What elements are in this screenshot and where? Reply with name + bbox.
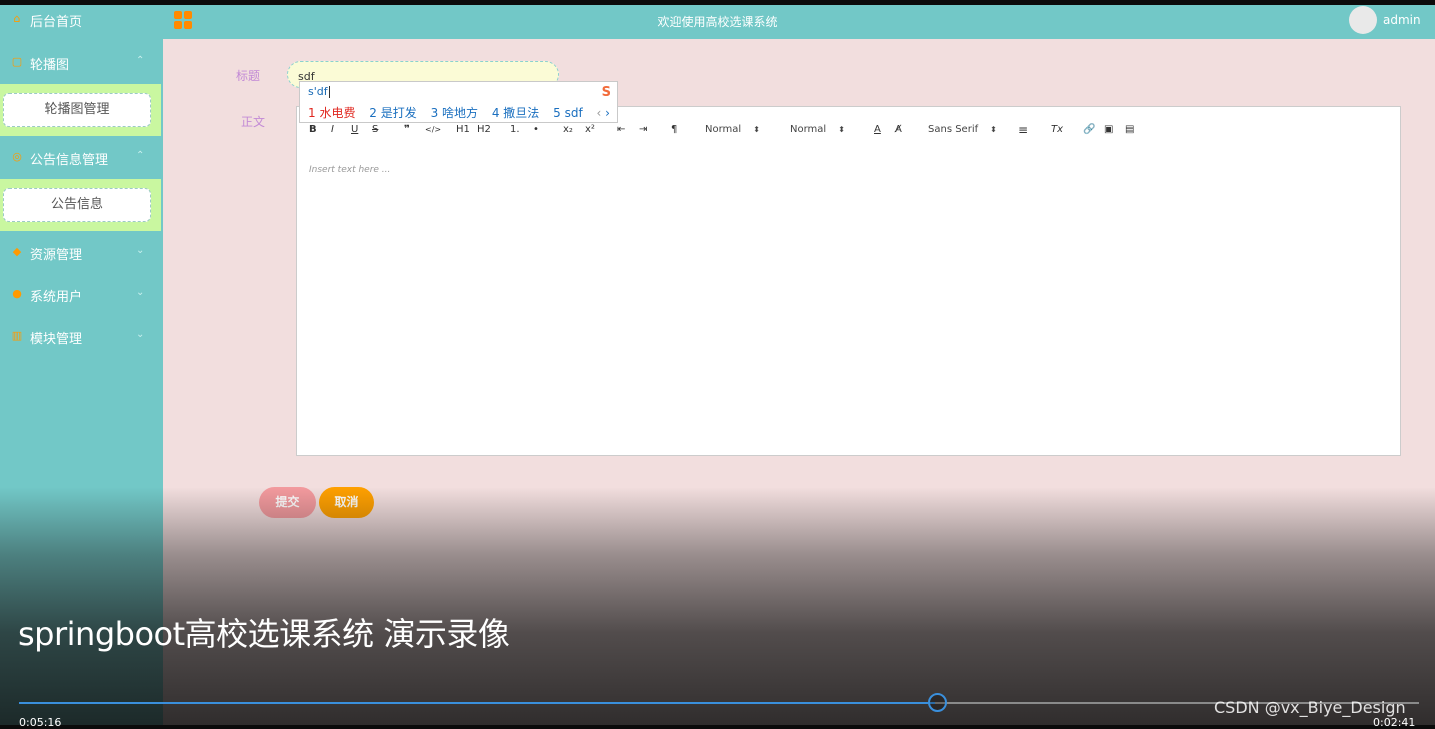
chevron-up-icon: ⌃ xyxy=(136,55,145,66)
sidebar-item-system-user[interactable]: ● 系统用户 ⌄ xyxy=(0,278,163,314)
notice-icon: ◎ xyxy=(12,150,22,163)
image-button[interactable]: ▣ xyxy=(1104,123,1113,137)
sidebar-item-label: 后台首页 xyxy=(30,15,83,30)
chevron-down-icon: ⌄ xyxy=(136,329,145,340)
sidebar-subitem-carousel-manage[interactable]: 轮播图管理 xyxy=(3,93,151,127)
ime-prev-icon[interactable]: ‹ xyxy=(597,106,602,120)
top-bar: 欢迎使用高校选课系统 admin xyxy=(0,5,1435,39)
sidebar-item-label: 模块管理 xyxy=(30,332,83,347)
outdent-button[interactable]: ⇤ xyxy=(617,123,625,137)
watermark: CSDN @vx_Biye_Design xyxy=(1214,698,1406,717)
current-time: 0:05:16 xyxy=(19,716,62,729)
link-button[interactable]: 🔗 xyxy=(1083,123,1095,137)
ime-candidate[interactable]: 4 撒旦法 xyxy=(492,106,539,120)
ime-logo-icon: S xyxy=(601,85,611,100)
video-title: springboot高校选课系统 演示录像 xyxy=(18,615,510,653)
rich-text-editor[interactable]: B I U S ❞ </> H1 H2 1. • x₂ x² ⇤ ⇥ ¶ Nor… xyxy=(296,106,1401,456)
sidebar-subitem-notice[interactable]: 公告信息 xyxy=(3,188,151,222)
cancel-button[interactable]: 取消 xyxy=(319,487,374,518)
ordered-list-button[interactable]: 1. xyxy=(510,123,520,137)
editor-placeholder: Insert text here ... xyxy=(309,165,391,175)
progress-knob[interactable] xyxy=(928,693,947,712)
strike-button[interactable]: S xyxy=(372,123,378,137)
progress-track[interactable] xyxy=(19,702,1419,704)
sidebar-item-resource[interactable]: ◆ 资源管理 ⌄ xyxy=(0,236,163,272)
font-color-button[interactable]: A xyxy=(874,123,881,137)
sidebar-item-label: 资源管理 xyxy=(30,248,83,263)
ime-pinyin-text: s'df xyxy=(308,85,328,98)
blockquote-button[interactable]: ❞ xyxy=(404,123,410,137)
title-label: 标题 xyxy=(236,69,261,83)
font-select-value: Sans Serif xyxy=(928,124,979,135)
username[interactable]: admin xyxy=(1383,13,1421,27)
subscript-button[interactable]: x₂ xyxy=(563,123,573,137)
resource-icon: ◆ xyxy=(12,245,22,258)
sidebar-item-label: 系统用户 xyxy=(30,290,83,305)
avatar[interactable] xyxy=(1349,6,1377,34)
welcome-title: 欢迎使用高校选课系统 xyxy=(657,15,778,29)
code-block-button[interactable]: </> xyxy=(425,123,441,137)
clean-format-button[interactable]: Tx xyxy=(1051,123,1063,137)
text-direction-button[interactable]: ¶ xyxy=(671,123,677,137)
align-icon[interactable]: ≡ xyxy=(1018,123,1028,137)
home-icon: ⌂ xyxy=(13,12,21,25)
ime-candidate[interactable]: 2 是打发 xyxy=(369,106,416,120)
submenu-notice: 公告信息 xyxy=(0,179,161,231)
video-overlay xyxy=(0,487,1435,725)
size-select[interactable]: Normal ⬍ xyxy=(705,124,760,135)
size-select-value: Normal xyxy=(705,124,742,135)
chevron-down-icon: ⌄ xyxy=(136,287,145,298)
ime-candidates: 1 水电费 2 是打发 3 啥地方 4 撒旦法 5 sdf ‹ › xyxy=(308,104,610,121)
sidebar-item-label: 公告信息管理 xyxy=(30,153,109,168)
header1-button[interactable]: H1 xyxy=(456,123,470,137)
superscript-button[interactable]: x² xyxy=(585,123,595,137)
progress-fill xyxy=(19,702,935,704)
video-button[interactable]: ▤ xyxy=(1125,123,1134,137)
sidebar-item-label: 轮播图 xyxy=(30,58,70,73)
indent-button[interactable]: ⇥ xyxy=(639,123,647,137)
chevron-up-icon: ⌃ xyxy=(136,150,145,161)
sidebar-item-module[interactable]: ▥ 模块管理 ⌄ xyxy=(0,320,163,356)
ime-candidate[interactable]: 1 水电费 xyxy=(308,106,355,120)
sidebar-item-home[interactable]: ⌂ 后台首页 xyxy=(0,5,163,39)
submenu-carousel: 轮播图管理 xyxy=(0,84,161,136)
ime-candidate[interactable]: 3 啥地方 xyxy=(431,106,478,120)
underline-button[interactable]: U xyxy=(351,123,358,137)
ime-next-icon[interactable]: › xyxy=(605,106,610,120)
sidebar-item-carousel[interactable]: ▢ 轮播图 ⌃ xyxy=(0,46,163,82)
header-select-value: Normal xyxy=(790,124,827,135)
remaining-time: 0:02:41 xyxy=(1373,716,1416,729)
header2-button[interactable]: H2 xyxy=(477,123,491,137)
body-label: 正文 xyxy=(241,115,266,129)
submit-button[interactable]: 提交 xyxy=(259,487,316,518)
editor-toolbar: B I U S ❞ </> H1 H2 1. • x₂ x² ⇤ ⇥ ¶ Nor… xyxy=(297,120,1400,140)
ime-candidate-popup: s'df 1 水电费 2 是打发 3 啥地方 4 撒旦法 5 sdf ‹ › S xyxy=(299,81,618,123)
bullet-list-button[interactable]: • xyxy=(533,123,539,137)
background-color-button[interactable]: A̸ xyxy=(895,123,902,137)
bold-button[interactable]: B xyxy=(309,123,317,137)
font-select[interactable]: Sans Serif ⬍ xyxy=(928,124,997,135)
header-select[interactable]: Normal ⬍ xyxy=(790,124,845,135)
module-icon: ▥ xyxy=(11,329,23,342)
chevron-down-icon: ⌄ xyxy=(136,245,145,256)
image-icon: ▢ xyxy=(11,55,23,68)
ime-pinyin: s'df xyxy=(308,85,330,98)
sidebar-item-notice-manage[interactable]: ◎ 公告信息管理 ⌃ xyxy=(0,141,163,177)
ime-candidate[interactable]: 5 sdf xyxy=(553,106,583,120)
italic-button[interactable]: I xyxy=(331,123,334,137)
user-icon: ● xyxy=(12,287,22,300)
